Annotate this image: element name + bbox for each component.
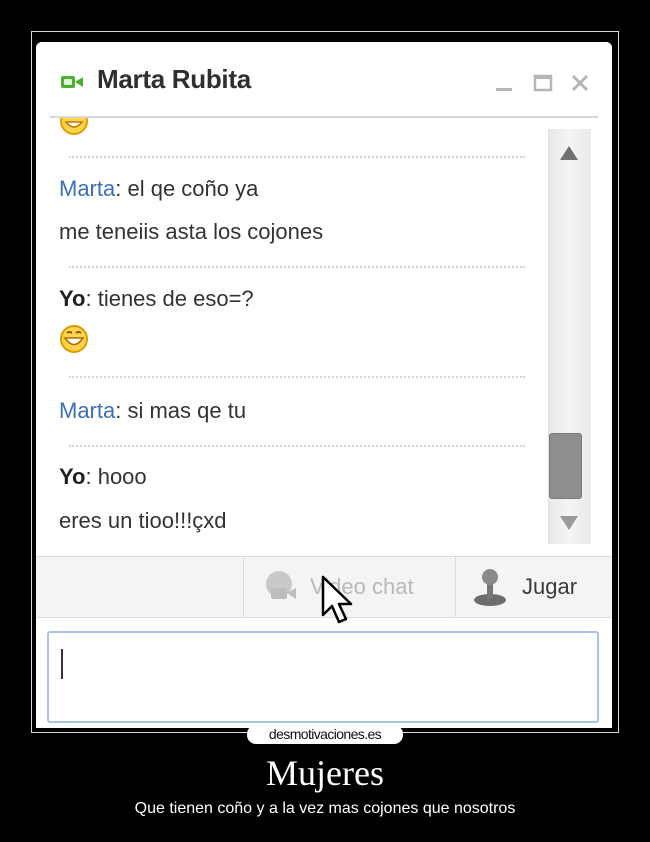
minimize-icon[interactable] bbox=[493, 72, 515, 94]
caption-subtitle: Que tienen coño y a la vez mas cojones q… bbox=[134, 800, 516, 817]
joystick-icon bbox=[474, 569, 506, 606]
message-text: : tienes de eso=? bbox=[85, 286, 254, 311]
message-input[interactable] bbox=[47, 631, 599, 723]
text-caret bbox=[61, 649, 63, 679]
close-icon[interactable] bbox=[569, 72, 591, 94]
message-line: Marta: el qe coño ya bbox=[59, 176, 258, 202]
title-bar: Marta Rubita bbox=[36, 42, 612, 118]
message-text: : si mas qe tu bbox=[115, 398, 247, 423]
message-line: Yo: hooo bbox=[59, 464, 147, 490]
caption-title: Mujeres bbox=[266, 753, 384, 793]
message-divider bbox=[69, 376, 525, 378]
laughing-smiley-icon bbox=[60, 325, 88, 353]
scroll-up-arrow-icon[interactable] bbox=[560, 146, 578, 160]
message-text: eres un tioo!!!çxd bbox=[59, 508, 227, 533]
maximize-icon[interactable] bbox=[532, 72, 554, 94]
play-label: Jugar bbox=[522, 574, 578, 599]
message-line: eres un tioo!!!çxd bbox=[59, 508, 227, 534]
message-scrollbar[interactable] bbox=[548, 129, 591, 544]
message-line: Yo: tienes de eso=? bbox=[59, 286, 254, 312]
scroll-down-arrow-icon[interactable] bbox=[560, 516, 578, 530]
scroll-thumb[interactable] bbox=[549, 433, 582, 499]
message-line: me teneiis asta los cojones bbox=[59, 219, 323, 245]
sender-name: Marta bbox=[59, 176, 116, 201]
message-divider bbox=[69, 156, 525, 158]
video-chat-icon bbox=[266, 571, 296, 599]
chat-title: Marta Rubita bbox=[97, 64, 251, 94]
smiley-icon bbox=[60, 118, 88, 135]
message-text: me teneiis asta los cojones bbox=[59, 219, 324, 244]
message-divider bbox=[69, 266, 525, 268]
message-text: : el qe coño ya bbox=[115, 176, 259, 201]
sender-name: Yo bbox=[59, 286, 86, 311]
message-text: : hooo bbox=[85, 464, 147, 489]
sender-name: Yo bbox=[59, 464, 86, 489]
message-list: Marta: el qe coño ya me teneiis asta los… bbox=[36, 118, 546, 556]
mouse-pointer-icon bbox=[321, 575, 353, 624]
video-camera-icon bbox=[61, 76, 83, 88]
site-watermark: desmotivaciones.es bbox=[247, 725, 403, 744]
sender-name: Marta bbox=[59, 398, 116, 423]
message-divider bbox=[69, 445, 525, 447]
message-line: Marta: si mas qe tu bbox=[59, 398, 246, 424]
